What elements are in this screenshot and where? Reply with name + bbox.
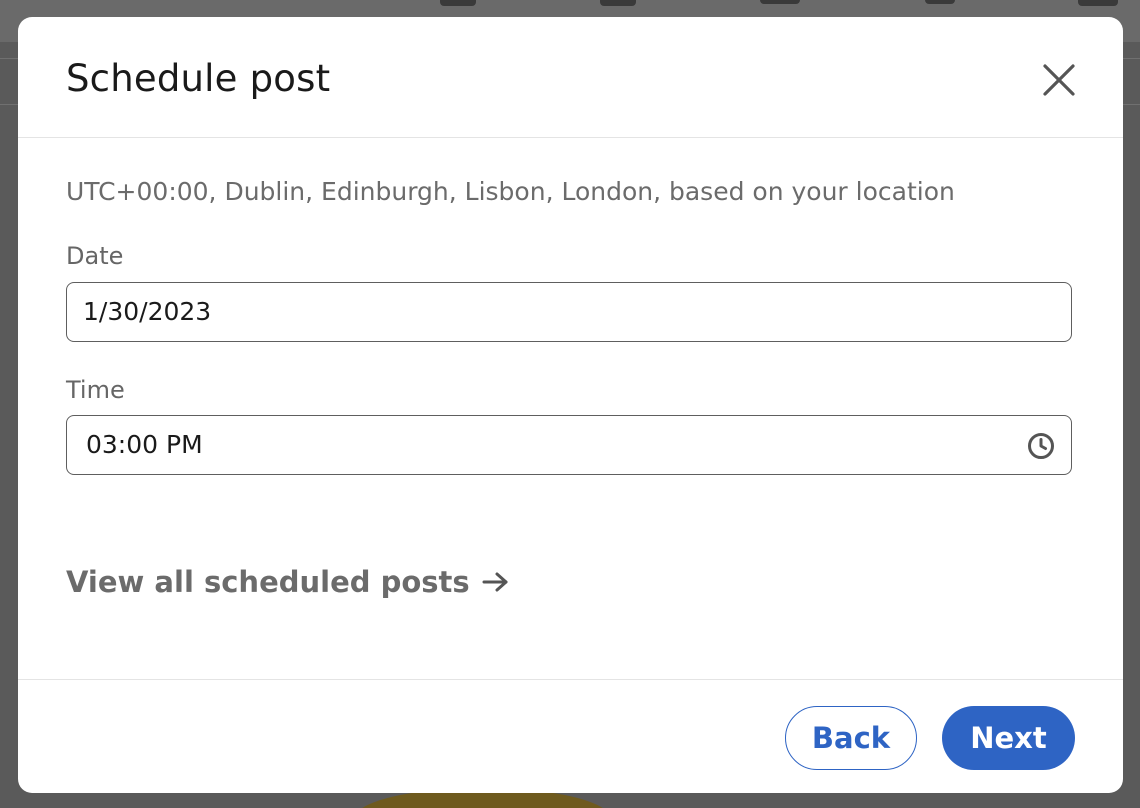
background-nav-icon [600, 0, 636, 6]
background-nav-icon [760, 0, 800, 4]
time-input[interactable] [86, 416, 986, 473]
view-all-scheduled-posts-link[interactable]: View all scheduled posts [66, 565, 510, 599]
view-all-scheduled-posts-label: View all scheduled posts [66, 565, 470, 599]
schedule-post-dialog: Schedule post UTC+00:00, Dublin, Edinbur… [18, 17, 1123, 793]
next-button[interactable]: Next [942, 706, 1075, 770]
arrow-right-icon [482, 572, 508, 592]
background-nav-icon [1078, 0, 1118, 6]
time-field[interactable] [66, 415, 1072, 475]
close-button[interactable] [1036, 57, 1082, 103]
back-button[interactable]: Back [785, 706, 917, 770]
timezone-note: UTC+00:00, Dublin, Edinburgh, Lisbon, Lo… [66, 177, 955, 206]
dialog-title: Schedule post [66, 57, 331, 100]
clock-icon[interactable] [1027, 432, 1055, 460]
dialog-header: Schedule post [18, 17, 1123, 138]
date-input[interactable] [83, 283, 983, 340]
dialog-footer: Back Next [18, 679, 1123, 793]
background-nav-icon [925, 0, 955, 4]
close-icon [1043, 64, 1075, 96]
time-label: Time [66, 376, 125, 404]
background-nav-icon [440, 0, 476, 6]
date-label: Date [66, 242, 124, 270]
date-field[interactable] [66, 282, 1072, 342]
